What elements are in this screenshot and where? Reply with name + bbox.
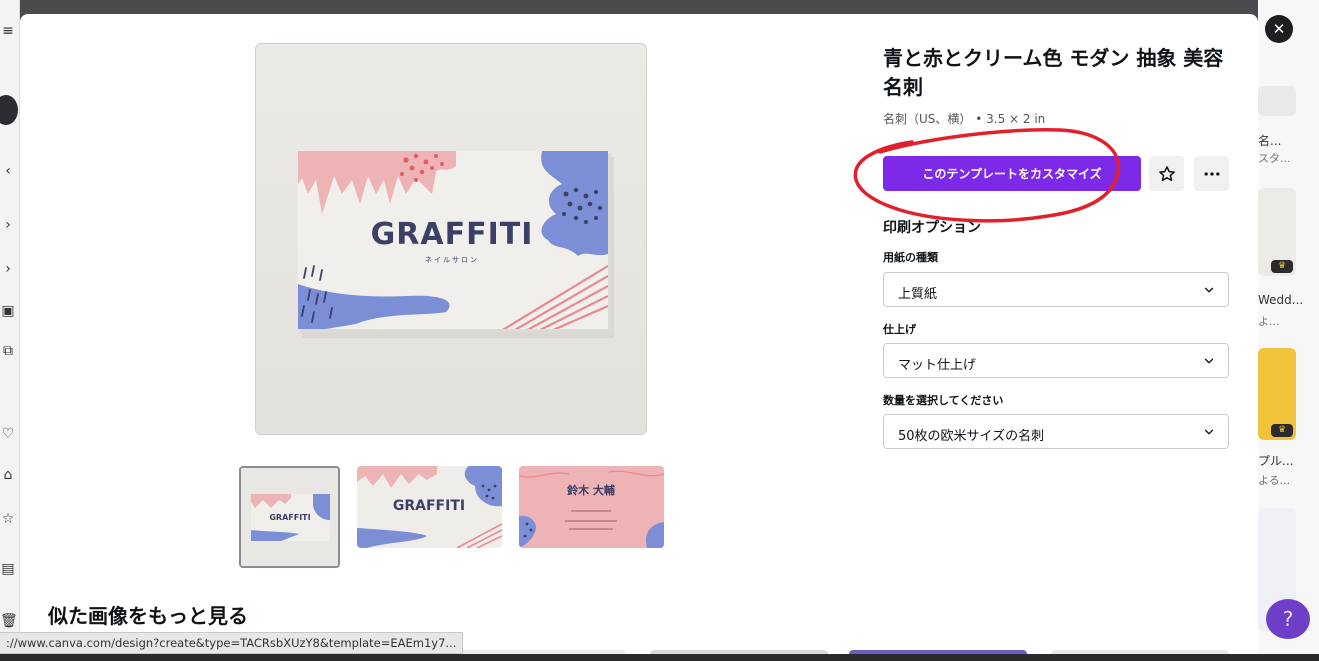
bg-card: ♛ xyxy=(1258,188,1296,276)
chevron-down-icon xyxy=(1204,429,1214,435)
template-detail-modal: GRAFFITI ネイルサロン GRAFFITI GRAFFITI 鈴木 大輔 … xyxy=(20,14,1258,661)
star-icon xyxy=(1158,165,1175,181)
print-options-heading: 印刷オプション xyxy=(883,220,981,236)
background-template-list: 名... スタ... ♛ Wedd... よ... ♛ プル... よる... xyxy=(1258,0,1319,661)
thumbnail-image: 鈴木 大輔 xyxy=(519,466,664,548)
thumbnail-back[interactable]: 鈴木 大輔 xyxy=(519,466,664,548)
image-icon: ▣ xyxy=(1,303,15,319)
quantity-label: 数量を選択してください xyxy=(883,394,1004,407)
more-options-button[interactable] xyxy=(1194,156,1229,191)
heart-icon: ♡ xyxy=(1,426,15,442)
template-title: 青と赤とクリーム色 モダン 抽象 美容 名刺 xyxy=(883,46,1224,99)
chevron-right-icon: › xyxy=(5,261,11,277)
chevron-left-icon: ‹ xyxy=(5,163,11,179)
bg-item-title: 名... xyxy=(1258,134,1282,148)
bg-card: ♛ xyxy=(1258,348,1296,440)
template-info-panel: 青と赤とクリーム色 モダン 抽象 美容 名刺 名刺（US、横） • 3.5 × … xyxy=(883,44,1229,449)
card-brand-sub: ネイルサロン xyxy=(425,256,479,264)
finish-label: 仕上げ xyxy=(883,323,916,336)
template-preview[interactable]: GRAFFITI ネイルサロン xyxy=(255,43,647,435)
paper-type-label: 用紙の種類 xyxy=(883,251,938,264)
thumbnail-person-name: 鈴木 大輔 xyxy=(567,483,615,497)
star-icon: ☆ xyxy=(1,511,15,527)
chevron-down-icon xyxy=(1204,358,1214,364)
chevron-down-icon xyxy=(1204,287,1214,293)
bg-card xyxy=(1258,86,1296,116)
bg-item-title: Wedd... xyxy=(1258,293,1304,307)
customize-template-button[interactable]: このテンプレートをカスタマイズ xyxy=(883,156,1141,191)
help-button[interactable]: ? xyxy=(1266,599,1310,639)
apps-icon: ▤ xyxy=(1,561,15,577)
brand-icon: ⌂ xyxy=(3,467,13,483)
bg-item-title: プル... xyxy=(1258,454,1294,468)
quantity-select[interactable]: 50枚の欧米サイズの名刺 xyxy=(883,414,1229,449)
chevron-right-icon: › xyxy=(5,217,11,233)
status-url: ://www.canva.com/design?create&type=TACR… xyxy=(0,632,464,654)
crown-icon: ♛ xyxy=(1271,260,1293,273)
finish-select[interactable]: マット仕上げ xyxy=(883,343,1229,378)
crown-icon: ♛ xyxy=(1271,424,1293,437)
finish-value: マット仕上げ xyxy=(898,358,977,373)
action-row: このテンプレートをカスタマイズ xyxy=(883,156,1229,192)
paper-type-select[interactable]: 上質紙 xyxy=(883,272,1229,307)
thumbnail-mockup[interactable]: GRAFFITI xyxy=(239,466,340,568)
avatar xyxy=(0,95,18,125)
similar-images-heading: 似た画像をもっと見る xyxy=(48,604,248,628)
thumbnail-image: GRAFFITI xyxy=(357,466,502,548)
thumbnail-front[interactable]: GRAFFITI xyxy=(357,466,502,548)
quantity-value: 50枚の欧米サイズの名刺 xyxy=(898,429,1045,444)
browser-bottom-edge xyxy=(0,654,1319,661)
thumbnail-image: GRAFFITI xyxy=(241,468,338,566)
favorite-button[interactable] xyxy=(1149,156,1184,191)
menu-icon: ≡ xyxy=(2,23,14,39)
size-dims: • 3.5 × 2 in xyxy=(975,112,1046,126)
thumbnail-brand: GRAFFITI xyxy=(393,498,465,514)
background-sidebar: ≡ ‹ › › ▣ ⧉ ♡ ⌂ ☆ ▤ 🗑 xyxy=(0,0,20,661)
more-icon xyxy=(1204,171,1219,176)
card-brand-text: GRAFFITI xyxy=(371,217,534,252)
bg-item-sub: よる... xyxy=(1258,474,1291,487)
business-card-mockup: GRAFFITI ネイルサロン xyxy=(256,44,646,434)
size-label: 名刺（US、横） xyxy=(883,112,972,126)
shapes-icon: ⧉ xyxy=(3,343,13,359)
thumbnail-brand: GRAFFITI xyxy=(269,513,310,522)
trash-icon: 🗑 xyxy=(0,613,18,629)
template-size: 名刺（US、横） • 3.5 × 2 in xyxy=(883,110,1229,127)
close-modal-button[interactable]: ✕ xyxy=(1265,15,1293,43)
next-template-arrow[interactable]: › xyxy=(1270,312,1279,337)
paper-type-value: 上質紙 xyxy=(898,287,938,302)
bg-item-sub: スタ... xyxy=(1258,152,1291,165)
